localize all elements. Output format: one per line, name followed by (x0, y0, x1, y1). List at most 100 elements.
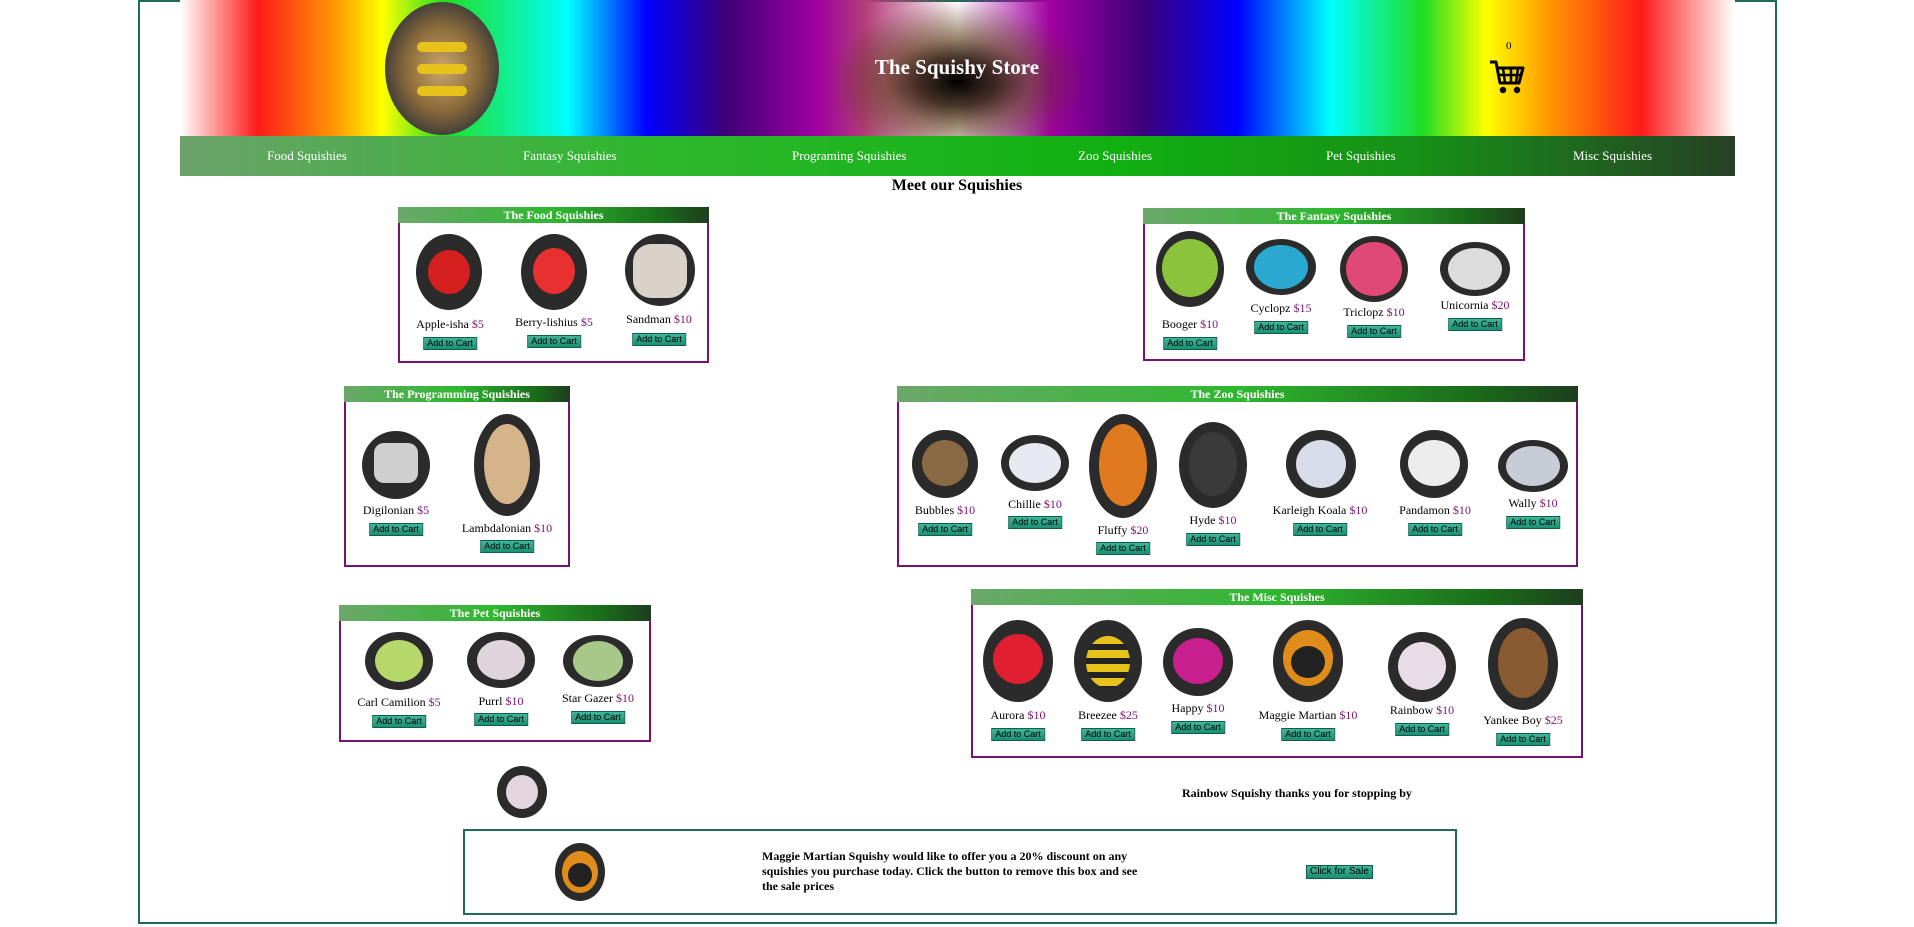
item-name: Maggie Martian (1258, 708, 1337, 722)
item-label: Karleigh Koala $10 (1273, 503, 1368, 518)
section-title: The Fantasy Squishies (1143, 208, 1525, 224)
add-to-cart-button[interactable]: Add to Cart (918, 523, 972, 536)
add-to-cart-button[interactable]: Add to Cart (1163, 337, 1217, 350)
item-name: Karleigh Koala (1272, 503, 1347, 517)
item-name: Pandamon (1399, 503, 1450, 517)
item-label: Berry-lishius $5 (515, 315, 593, 330)
nav-food[interactable]: Food Squishies (267, 148, 347, 164)
cart-count: 0 (1506, 40, 1512, 52)
programming-section: The Programming Squishies Digilonian $5 … (344, 386, 570, 567)
sale-banner: Maggie Martian Squishy would like to off… (463, 829, 1457, 915)
food-section: The Food Squishies Apple-isha $5 Add to … (398, 207, 709, 363)
item-price: $10 (1206, 701, 1225, 715)
squishy-image (1179, 422, 1247, 508)
item-price: $5 (428, 695, 441, 709)
add-to-cart-button[interactable]: Add to Cart (369, 523, 423, 536)
nav-fantasy[interactable]: Fantasy Squishies (523, 148, 617, 164)
item-name: Apple-isha (416, 317, 469, 331)
cart-icon[interactable] (1488, 57, 1526, 95)
item-name: Sandman (626, 312, 671, 326)
item-label: Wally $10 (1508, 496, 1557, 511)
squishy-image (365, 632, 433, 690)
item-name: Aurora (990, 708, 1025, 722)
item-price: $10 (673, 312, 692, 326)
item-price: $10 (1436, 703, 1455, 717)
add-to-cart-button[interactable]: Add to Cart (1496, 733, 1550, 746)
add-to-cart-button[interactable]: Add to Cart (1448, 318, 1502, 331)
section-title: The Misc Squishes (971, 589, 1583, 605)
item-price: $5 (417, 503, 430, 517)
add-to-cart-button[interactable]: Add to Cart (1008, 516, 1062, 529)
item-label: Sandman $10 (626, 312, 692, 327)
add-to-cart-button[interactable]: Add to Cart (1096, 542, 1150, 555)
add-to-cart-button[interactable]: Add to Cart (632, 333, 686, 346)
item-label: Purrl $10 (479, 694, 524, 709)
add-to-cart-button[interactable]: Add to Cart (1395, 723, 1449, 736)
add-to-cart-button[interactable]: Add to Cart (1186, 533, 1240, 546)
nav-pet[interactable]: Pet Squishies (1326, 148, 1396, 164)
squishy-image (1163, 628, 1233, 696)
squishy-image (1273, 620, 1343, 702)
item-label: Bubbles $10 (915, 503, 975, 518)
add-to-cart-button[interactable]: Add to Cart (423, 337, 477, 350)
add-to-cart-button[interactable]: Add to Cart (1281, 728, 1335, 741)
add-to-cart-button[interactable]: Add to Cart (991, 728, 1045, 741)
nav-misc[interactable]: Misc Squishies (1573, 148, 1652, 164)
item-label: Lambdalonian $10 (462, 521, 552, 536)
item-label: Triclopz $10 (1343, 305, 1404, 320)
thanks-message: Rainbow Squishy thanks you for stopping … (1182, 786, 1412, 800)
fantasy-section: The Fantasy Squishies Booger $10 Add to … (1143, 208, 1525, 361)
squishy-image (474, 414, 540, 516)
nav-programming[interactable]: Programing Squishies (792, 148, 906, 164)
item-name: Yankee Boy (1483, 713, 1542, 727)
item-label: Yankee Boy $25 (1483, 713, 1562, 728)
item-price: $10 (1200, 317, 1219, 331)
add-to-cart-button[interactable]: Add to Cart (571, 711, 625, 724)
click-for-sale-button[interactable]: Click for Sale (1306, 865, 1373, 879)
add-to-cart-button[interactable]: Add to Cart (1254, 321, 1308, 334)
item-price: $25 (1544, 713, 1563, 727)
squishy-image (912, 430, 978, 498)
add-to-cart-button[interactable]: Add to Cart (1347, 325, 1401, 338)
add-to-cart-button[interactable]: Add to Cart (1171, 721, 1225, 734)
squishy-image (1001, 435, 1069, 491)
add-to-cart-button[interactable]: Add to Cart (527, 335, 581, 348)
item-label: Rainbow $10 (1390, 703, 1454, 718)
add-to-cart-button[interactable]: Add to Cart (1293, 523, 1347, 536)
item-name: Berry-lishius (515, 315, 578, 329)
add-to-cart-button[interactable]: Add to Cart (1506, 516, 1560, 529)
squishy-image (983, 620, 1053, 702)
item-price: $20 (1130, 523, 1149, 537)
squishy-image (1388, 632, 1456, 702)
add-to-cart-button[interactable]: Add to Cart (1081, 728, 1135, 741)
item-name: Booger (1161, 317, 1198, 331)
item-price: $10 (1349, 503, 1368, 517)
squishy-image (521, 234, 587, 310)
item-name: Unicornia (1440, 298, 1489, 312)
squishy-image (1440, 242, 1510, 296)
nav-zoo[interactable]: Zoo Squishies (1078, 148, 1152, 164)
item-price: $10 (615, 691, 634, 705)
item-price: $5 (471, 317, 484, 331)
item-label: Cyclopz $15 (1251, 301, 1312, 316)
squishy-image (1400, 430, 1468, 498)
add-to-cart-button[interactable]: Add to Cart (372, 715, 426, 728)
add-to-cart-button[interactable]: Add to Cart (474, 713, 528, 726)
item-label: Fluffy $20 (1098, 523, 1149, 538)
section-title: The Programming Squishies (344, 386, 570, 402)
squishy-image (362, 431, 430, 499)
add-to-cart-button[interactable]: Add to Cart (1408, 523, 1462, 536)
zoo-section: The Zoo Squishies Bubbles $10 Add to Car… (897, 386, 1578, 567)
item-label: Chillie $10 (1008, 497, 1062, 512)
squishy-image (1089, 414, 1157, 518)
item-name: Bubbles (914, 503, 955, 517)
item-name: Digilonian (362, 503, 415, 517)
add-to-cart-button[interactable]: Add to Cart (480, 540, 534, 553)
item-name: Fluffy (1097, 523, 1128, 537)
item-label: Hyde $10 (1190, 513, 1237, 528)
item-price: $10 (1043, 497, 1062, 511)
rainbow-squishy-image (497, 766, 547, 818)
squishy-image (1488, 618, 1558, 710)
item-price: $5 (580, 315, 593, 329)
item-price: $10 (505, 694, 524, 708)
